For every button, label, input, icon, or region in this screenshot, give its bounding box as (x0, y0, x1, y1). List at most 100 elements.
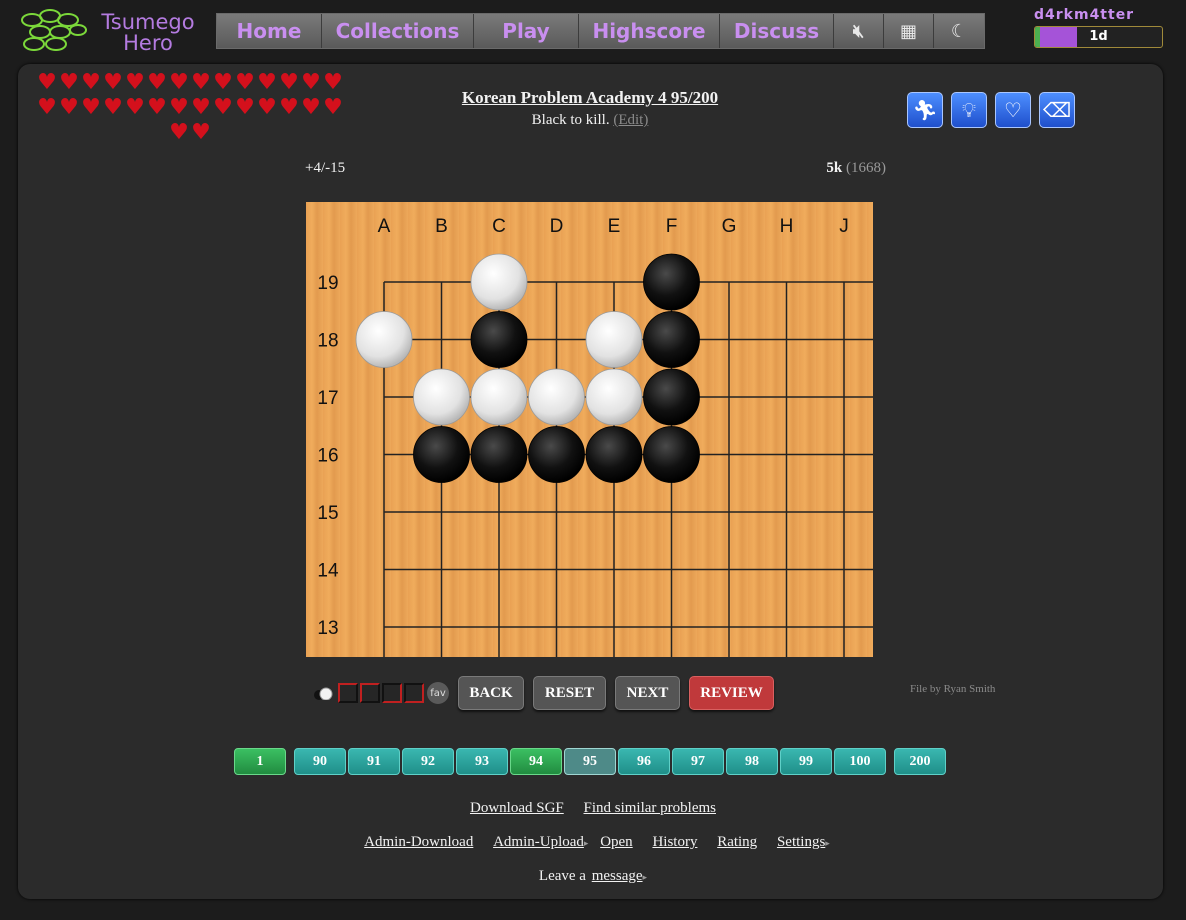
white-stone-E17 (585, 368, 643, 426)
message-link[interactable]: message (592, 868, 643, 884)
heart-icon: ♥ (59, 95, 79, 120)
rating-link[interactable]: Rating (717, 834, 757, 850)
expand-arrow-icon: ▸ (583, 838, 589, 848)
sprint-icon[interactable]: 🏃︎ (907, 92, 943, 128)
nav-play[interactable]: Play (474, 14, 579, 48)
admin-upload-link[interactable]: Admin-Upload (493, 834, 584, 850)
find-similar-link[interactable]: Find similar problems (584, 800, 717, 816)
heart-icon: ♥ (37, 95, 57, 120)
black-stone-E16 (585, 426, 643, 483)
heart-icon: ♥ (59, 70, 79, 95)
page-button-92[interactable]: 92 (402, 748, 454, 775)
heart-icon[interactable]: ♡ (995, 92, 1031, 128)
next-button[interactable]: NEXT (615, 676, 680, 710)
column-label: G (722, 216, 737, 237)
logo-text: Tsumego Hero (101, 10, 195, 55)
heart-icon: ♥ (213, 70, 233, 95)
page-button-93[interactable]: 93 (456, 748, 508, 775)
nav-highscore[interactable]: Highscore (579, 14, 720, 48)
description-text: Black to kill. (531, 112, 610, 128)
grid-icon[interactable]: ▦ (884, 14, 934, 48)
heart-row: ♥ ♥ ♥ ♥ ♥ ♥ ♥ ♥ ♥ ♥ ♥ ♥ ♥ ♥ (30, 72, 350, 97)
black-stone-F16 (643, 426, 700, 483)
white-stone-C17 (470, 368, 528, 426)
row-label: 15 (317, 503, 338, 524)
heart-row: ♥ ♥ (30, 122, 350, 147)
row-label: 19 (317, 273, 338, 294)
row-label: 17 (317, 388, 338, 409)
open-link[interactable]: Open (600, 834, 633, 850)
heart-icon: ♥ (103, 95, 123, 120)
page-button-98[interactable]: 98 (726, 748, 778, 775)
black-stone-D16 (528, 426, 585, 483)
page-button-99[interactable]: 99 (780, 748, 832, 775)
username[interactable]: d4rkm4tter (1034, 7, 1163, 23)
settings-link[interactable]: Settings (777, 834, 825, 850)
nav-collections[interactable]: Collections (322, 14, 474, 48)
page-button-200[interactable]: 200 (894, 748, 946, 775)
rank-display: 5k (1668) (826, 160, 886, 177)
heart-icon: ♥ (81, 95, 101, 120)
problem-pagination: 1 90 91 92 93 94 95 96 97 98 99 100 200 (234, 748, 948, 775)
link-row-1: Download SGF Find similar problems (0, 800, 1186, 817)
row-label: 18 (317, 331, 338, 352)
moon-icon[interactable]: ☾ (934, 14, 984, 48)
black-stone-C16 (470, 426, 528, 483)
heart-icon: ♥ (103, 70, 123, 95)
admin-download-link[interactable]: Admin-Download (364, 834, 473, 850)
column-label: D (550, 216, 564, 237)
page-button-91[interactable]: 91 (348, 748, 400, 775)
review-button[interactable]: REVIEW (689, 676, 774, 710)
reset-button[interactable]: RESET (533, 676, 606, 710)
logo[interactable]: Tsumego Hero (16, 6, 196, 55)
page-button-97[interactable]: 97 (672, 748, 724, 775)
white-stone-E18 (585, 311, 643, 368)
go-board[interactable]: A B C D E F G H J 19 18 17 16 15 14 13 (306, 202, 873, 657)
stone-toggle-icon[interactable] (310, 686, 336, 700)
heart-icon: ♥ (169, 120, 189, 145)
page-button-1[interactable]: 1 (234, 748, 286, 775)
row-label: 14 (317, 561, 339, 582)
page-button-95[interactable]: 95 (564, 748, 616, 775)
expand-arrow-icon: ▸ (825, 838, 830, 848)
row-label: 13 (317, 618, 338, 639)
heart-row: ♥ ♥ ♥ ♥ ♥ ♥ ♥ ♥ ♥ ♥ ♥ ♥ ♥ ♥ (30, 97, 350, 122)
board-controls: fav BACK RESET NEXT REVIEW (310, 676, 774, 710)
black-stone-F19 (643, 253, 700, 311)
heart-icon: ♥ (169, 95, 189, 120)
heart-icon: ♥ (235, 70, 255, 95)
row-label: 16 (317, 446, 338, 467)
white-stone-D17 (528, 368, 585, 426)
page-button-94[interactable]: 94 (510, 748, 562, 775)
problem-header: Korean Problem Academy 4 95/200 Black to… (390, 88, 790, 129)
hint-icon[interactable]: 💡︎ (951, 92, 987, 128)
heart-icon: ♥ (191, 95, 211, 120)
white-stone-C19 (470, 253, 528, 311)
nav-home[interactable]: Home (217, 14, 322, 48)
logo-icon (21, 9, 87, 51)
fav-button[interactable]: fav (427, 682, 449, 704)
heart-icon: ♥ (301, 70, 321, 95)
link-row-3: Leave a message▸ (0, 868, 1186, 885)
problem-title[interactable]: Korean Problem Academy 4 95/200 (390, 88, 790, 108)
mute-icon[interactable]: 🔇︎ (834, 14, 884, 48)
edit-link[interactable]: (Edit) (613, 112, 648, 128)
nav-discuss[interactable]: Discuss (720, 14, 834, 48)
progress-box (404, 683, 424, 703)
rank-progress-bar: 1d (1034, 26, 1163, 48)
download-sgf-link[interactable]: Download SGF (470, 800, 564, 816)
heart-icon: ♥ (235, 95, 255, 120)
page-button-90[interactable]: 90 (294, 748, 346, 775)
page-button-100[interactable]: 100 (834, 748, 886, 775)
column-label: J (839, 216, 849, 237)
eraser-icon[interactable]: ⌫ (1039, 92, 1075, 128)
back-button[interactable]: BACK (458, 676, 524, 710)
go-board-svg[interactable]: A B C D E F G H J 19 18 17 16 15 14 13 (306, 202, 873, 657)
black-stone-C18 (470, 311, 528, 368)
page-button-96[interactable]: 96 (618, 748, 670, 775)
heart-icon: ♥ (279, 70, 299, 95)
main-nav: Home Collections Play Highscore Discuss … (216, 13, 985, 49)
heart-icon: ♥ (323, 70, 343, 95)
column-label: F (666, 216, 678, 237)
history-link[interactable]: History (652, 834, 697, 850)
